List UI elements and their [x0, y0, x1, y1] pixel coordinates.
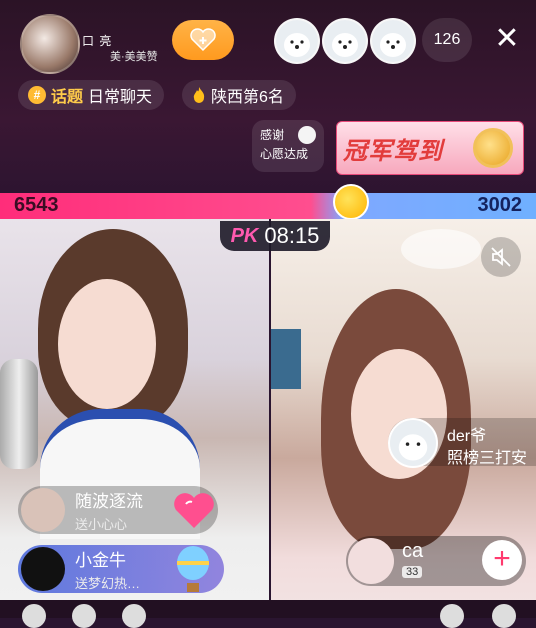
left-score: 6543 [14, 194, 59, 216]
gifter-name: 小金牛 [75, 551, 126, 570]
gifter-avatar [21, 547, 65, 591]
host-subtitle: 美·美美赞 [110, 51, 158, 63]
topic-label: 话题 [51, 89, 84, 106]
viewer-avatar[interactable] [322, 18, 368, 64]
close-icon[interactable]: ✕ [494, 24, 520, 54]
bottom-avatar[interactable] [122, 604, 146, 628]
gifter-name: 随波逐流 [75, 492, 143, 511]
opponent-info[interactable]: ca 33 + [346, 536, 526, 586]
heart-gift-icon [174, 493, 214, 528]
follow-opponent-button[interactable]: + [482, 540, 522, 580]
topic-chip[interactable]: # 话题 日常聊天 [18, 80, 165, 110]
host-name: 口 亮 [82, 34, 113, 48]
hashtag-icon: # [28, 86, 46, 104]
bottom-avatar[interactable] [72, 604, 96, 628]
pk-timer: PK 08:15 [220, 221, 330, 251]
microphone [0, 359, 38, 469]
heart-plus-icon [189, 28, 217, 52]
rank-label: 陕西第6名 [211, 89, 284, 106]
opponent-level: 33 [402, 566, 423, 578]
overlay-user-name: der爷 [447, 428, 487, 445]
overlay-user-desc: 照榜三打安 [447, 450, 528, 467]
champion-banner[interactable]: 冠军驾到 [336, 121, 524, 175]
rank-chip[interactable]: 陕西第6名 [182, 80, 296, 110]
bottom-avatar[interactable] [492, 604, 516, 628]
topic-value: 日常聊天 [88, 89, 153, 106]
bottom-avatar[interactable] [22, 604, 46, 628]
opponent-name: ca [402, 540, 424, 562]
bottom-avatar[interactable] [440, 604, 464, 628]
viewer-count[interactable]: 126 [422, 18, 472, 62]
gift-description: 送梦幻热… [75, 576, 141, 591]
flex-emoji-icon [333, 184, 369, 220]
ceiling-lamp [401, 229, 481, 269]
streamer-face [58, 279, 156, 409]
right-score: 3002 [477, 194, 523, 216]
overlay-user-avatar [388, 418, 438, 468]
overlay-user[interactable]: der爷 照榜三打安 [388, 418, 536, 468]
thanks-card[interactable]: 感谢 心愿达成 [252, 120, 324, 172]
thanks-line-2: 心愿达成 [260, 147, 309, 161]
pk-progress-bar [0, 193, 536, 219]
gifter-avatar [21, 488, 65, 532]
follow-button[interactable] [172, 20, 234, 60]
banner-text: 冠军驾到 [343, 137, 443, 165]
viewer-avatar[interactable] [370, 18, 416, 64]
pk-badge: PK [230, 224, 259, 247]
mute-icon[interactable] [481, 237, 521, 277]
opponent-avatar [348, 538, 394, 584]
host-avatar[interactable] [20, 14, 80, 74]
flame-icon [193, 87, 205, 103]
gift-description: 送小心心 [75, 517, 128, 532]
hot-air-balloon-icon [177, 546, 209, 592]
medal-icon [473, 128, 513, 168]
thanks-avatar [298, 126, 316, 144]
viewer-avatar[interactable] [274, 18, 320, 64]
pk-countdown: 08:15 [264, 223, 320, 248]
background-screen [271, 329, 301, 389]
